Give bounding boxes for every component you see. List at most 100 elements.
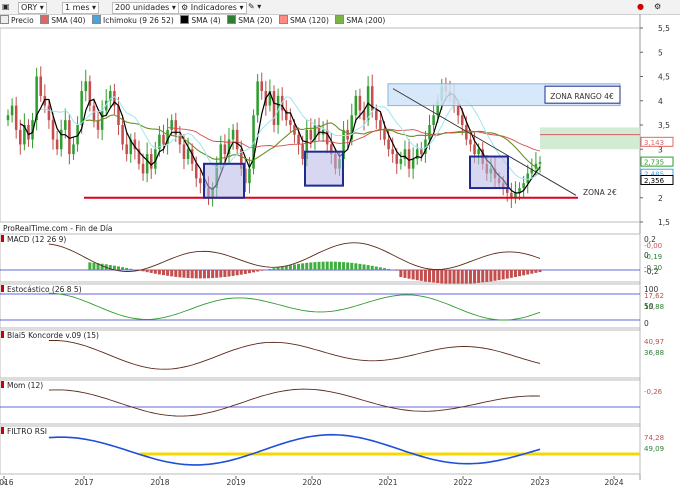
candle-body [289, 120, 292, 125]
candle-body [125, 144, 128, 155]
y-tick-label: 4,5 [658, 73, 670, 82]
x-tick-label: 2018 [150, 478, 169, 487]
candle-body [145, 154, 149, 174]
panel-value-label: 15,88 [644, 303, 664, 311]
x-tick-label: 2024 [604, 478, 623, 487]
macd-bar [145, 270, 149, 273]
macd-bar [223, 270, 227, 277]
candle-body [358, 95, 362, 111]
macd-bar [477, 270, 481, 283]
price-tag-label: 2,356 [644, 177, 665, 185]
macd-bar [231, 270, 235, 276]
macd-bar [407, 270, 411, 279]
macd-bar [513, 270, 517, 277]
macd-bar [366, 265, 370, 270]
candle-body [297, 134, 300, 145]
candle-body [256, 81, 259, 116]
macd-bar [256, 270, 260, 272]
macd-bar [194, 270, 198, 279]
scroll-left-icon: « [2, 478, 7, 487]
candle-body [346, 129, 349, 140]
oscillator-line [48, 388, 541, 417]
macd-bar [337, 261, 341, 270]
panel-title: FILTRO RSI [7, 427, 47, 436]
macd-bar [186, 270, 190, 278]
x-tick-label: 2021 [378, 478, 397, 487]
panel-value-label: 17,62 [644, 292, 664, 300]
indicator-panel-frame [0, 379, 641, 425]
macd-bar [419, 270, 423, 281]
candle-body [399, 158, 403, 164]
price-tag-label: 2,735 [644, 159, 664, 167]
candle-body [411, 158, 415, 169]
panel-title: Mom (12) [7, 381, 43, 390]
macd-bar [260, 270, 264, 271]
macd-bar [374, 266, 378, 270]
candle-body [379, 120, 382, 130]
zona-rango-label: ZONA RANGO 4€ [550, 92, 614, 101]
candle-body [149, 154, 153, 169]
macd-bar [329, 261, 333, 270]
macd-bar [464, 270, 468, 284]
candle-body [473, 144, 476, 155]
macd-bar [473, 270, 477, 284]
macd-bar [436, 270, 440, 283]
panel-value-label: 74,28 [644, 434, 664, 442]
macd-bar [432, 270, 436, 283]
macd-bar [301, 263, 305, 270]
candle-body [387, 139, 390, 150]
macd-bar [202, 270, 206, 279]
macd-bar [346, 262, 350, 270]
macd-bar [305, 262, 309, 270]
macd-bar [166, 270, 170, 276]
macd-bar [276, 267, 280, 270]
sma4-line [19, 91, 541, 194]
macd-bar [534, 270, 538, 273]
candle-body [460, 115, 464, 125]
panel-value-label: -0,00 [644, 242, 662, 250]
macd-bar [239, 270, 243, 275]
candle-body [47, 105, 51, 121]
macd-bar [88, 262, 92, 270]
macd-bar [170, 270, 174, 277]
candle-body [72, 144, 75, 155]
chart-canvas: 5,554,543,532,521,5ZONA 2€ZONA RANGO 4€3… [0, 14, 674, 487]
macd-bar [538, 270, 542, 273]
kumo-cloud [540, 127, 640, 150]
macd-bar [157, 270, 161, 275]
x-tick-label: 2017 [74, 478, 93, 487]
macd-bar [415, 270, 419, 281]
panel-close-icon [1, 285, 4, 292]
indicator-panel-frame [0, 233, 641, 283]
candle-body [80, 91, 83, 125]
macd-bar [399, 270, 403, 278]
accumulation-box [469, 155, 509, 190]
panel-title: Blai5 Koncorde v.09 (15) [7, 331, 99, 340]
macd-bar [129, 268, 133, 270]
macd-bar [174, 270, 178, 277]
candle-body [19, 129, 22, 145]
macd-bar [219, 270, 223, 278]
oscillator-line [48, 339, 541, 370]
y-tick-label: 1,5 [658, 218, 670, 227]
accumulation-box [304, 150, 344, 187]
footer-text: ProRealTime.com - Fin de Día [3, 224, 113, 233]
macd-bar [440, 270, 444, 284]
candle-body [121, 125, 124, 145]
panel-value-label: -0,26 [644, 388, 663, 396]
macd-bar [321, 261, 325, 270]
accumulation-box [203, 162, 245, 199]
macd-bar [288, 265, 292, 270]
candle-body [6, 115, 10, 121]
oscillator-line [48, 433, 541, 466]
y-tick-label: 0 [644, 319, 649, 328]
oscillator-line [48, 292, 541, 321]
panel-value-label: 49,09 [644, 445, 664, 453]
panel-value-label: 36,88 [644, 349, 664, 357]
macd-bar [125, 267, 129, 270]
candle-body [219, 144, 223, 164]
macd-bar [452, 270, 456, 284]
macd-bar [153, 270, 157, 274]
macd-bar [497, 270, 501, 281]
macd-bar [215, 270, 219, 278]
